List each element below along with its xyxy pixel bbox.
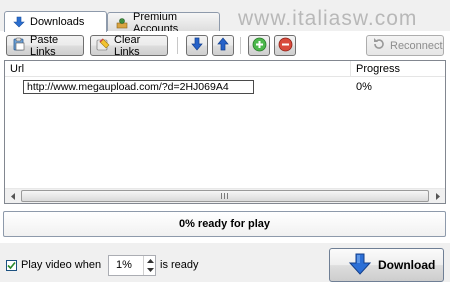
paste-links-button[interactable]: Paste Links (6, 33, 84, 58)
playback-status-text: 0% ready for play (178, 218, 271, 230)
clear-links-button[interactable]: Clear Links (90, 33, 168, 58)
toolbar-separator (177, 37, 178, 54)
ready-percent-stepper[interactable]: 1% (108, 255, 156, 276)
reconnect-icon (372, 37, 386, 54)
scroll-left-arrow[interactable] (5, 189, 20, 203)
progress-cell: 0% (356, 81, 372, 93)
toolbar: Paste Links Clear Links Reconnect (0, 31, 450, 59)
watermark: www.italiasw.com (238, 7, 418, 30)
tab-downloads[interactable]: Downloads (4, 11, 107, 32)
list-header: Url Progress (5, 61, 445, 77)
arrow-up-icon (216, 37, 230, 54)
column-divider[interactable] (350, 61, 351, 77)
download-button[interactable]: Download (329, 248, 444, 282)
stepper-buttons (143, 256, 155, 275)
clear-links-label: Clear Links (114, 33, 141, 58)
download-list[interactable]: Url Progress http://www.megaupload.com/?… (4, 60, 446, 204)
column-header-url[interactable]: Url (10, 63, 24, 75)
stepper-up-button[interactable] (144, 256, 156, 265)
tab-bar: Downloads Premium Accounts www.italiasw.… (0, 0, 450, 35)
clear-links-icon (96, 37, 110, 54)
chevron-down-icon (146, 267, 154, 272)
download-button-label: Download (378, 258, 436, 272)
checkmark-icon (7, 261, 16, 270)
premium-accounts-icon (116, 17, 128, 29)
tab-premium-accounts[interactable]: Premium Accounts (107, 11, 220, 35)
remove-circle-icon (278, 37, 293, 55)
column-header-progress[interactable]: Progress (356, 63, 400, 75)
scroll-right-arrow[interactable] (430, 189, 445, 203)
move-up-button[interactable] (212, 35, 234, 56)
reconnect-button[interactable]: Reconnect (366, 35, 444, 56)
ready-percent-value[interactable]: 1% (116, 259, 132, 271)
play-video-label: Play video when (21, 259, 102, 271)
toolbar-separator (240, 37, 241, 54)
move-down-button[interactable] (186, 35, 208, 56)
paste-links-icon (12, 37, 26, 54)
chevron-up-icon (146, 258, 154, 263)
add-circle-icon (252, 37, 267, 55)
remove-button[interactable] (274, 35, 296, 56)
reconnect-label: Reconnect (390, 39, 443, 52)
download-arrow-icon (13, 16, 25, 28)
app-window: Downloads Premium Accounts www.italiasw.… (0, 0, 450, 282)
url-cell[interactable]: http://www.megaupload.com/?d=2HJ069A4 (23, 80, 254, 94)
stepper-down-button[interactable] (144, 265, 156, 274)
arrow-down-icon (190, 37, 204, 54)
scrollbar-grip (221, 193, 229, 199)
bottom-controls: Play video when 1% is ready Download (0, 243, 450, 282)
is-ready-label: is ready (160, 259, 199, 271)
table-row[interactable]: http://www.megaupload.com/?d=2HJ069A4 0% (5, 79, 445, 96)
playback-status-bar: 0% ready for play (3, 211, 446, 237)
paste-links-label: Paste Links (30, 33, 59, 58)
download-arrow-icon (348, 252, 372, 279)
play-video-checkbox[interactable] (6, 260, 17, 271)
tab-downloads-label: Downloads (30, 16, 85, 28)
scrollbar-thumb[interactable] (21, 190, 429, 202)
add-button[interactable] (248, 35, 270, 56)
horizontal-scrollbar[interactable] (5, 188, 445, 203)
